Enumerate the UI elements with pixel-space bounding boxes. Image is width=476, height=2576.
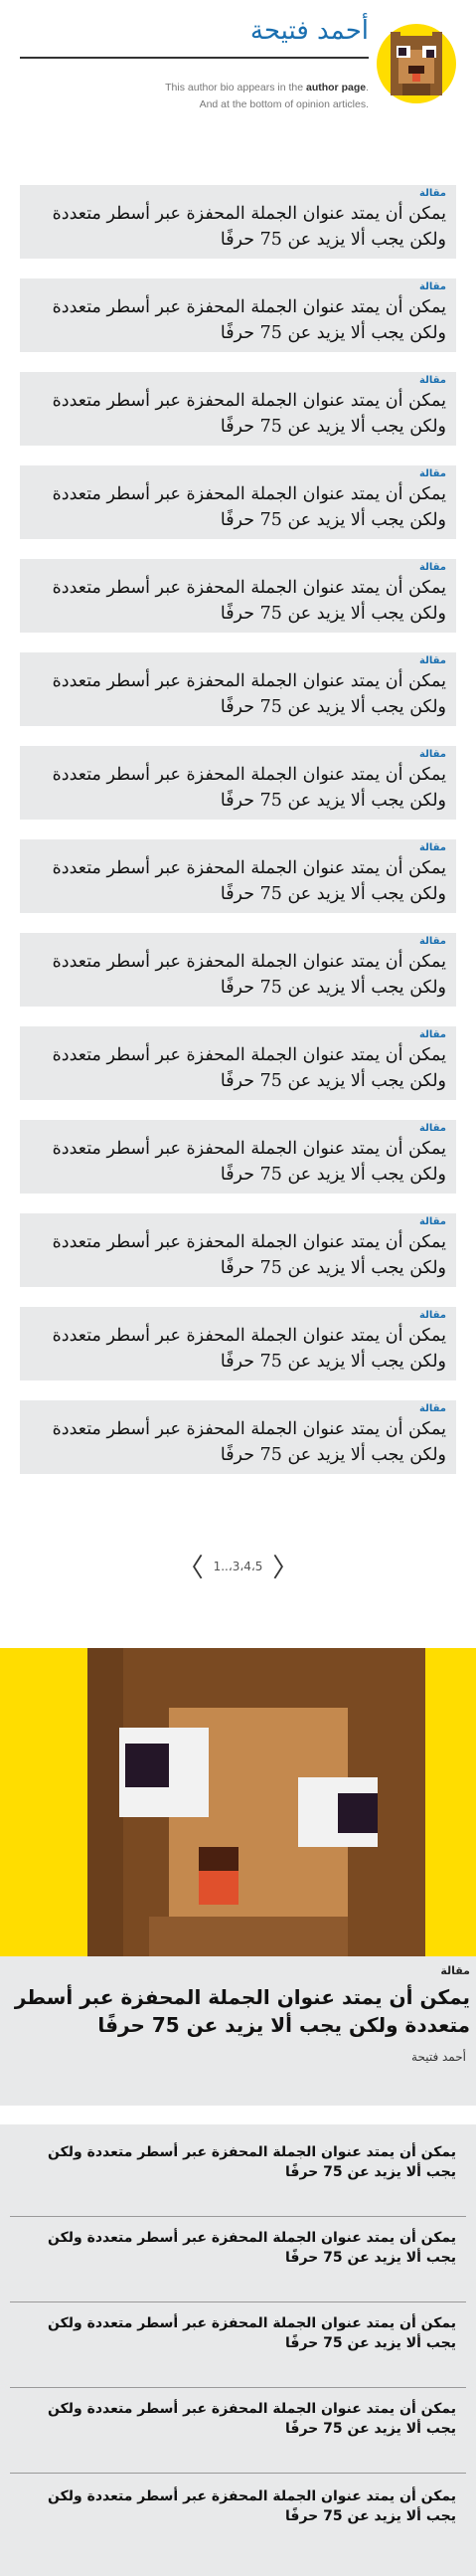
article-kicker: مقالة [419, 281, 446, 292]
featured-title[interactable]: يمكن أن يمتد عنوان الجملة المحفزة عبر أس… [6, 1983, 470, 2039]
featured-image[interactable] [0, 1648, 476, 1956]
article-card[interactable]: مقالة يمكن أن يمتد عنوان الجملة المحفزة ع… [20, 1120, 456, 1194]
author-name: أحمد فتيحة [249, 16, 369, 46]
related-title[interactable]: يمكن أن يمتد عنوان الجملة المحفزة عبر أس… [10, 2486, 466, 2526]
article-card[interactable]: مقالة يمكن أن يمتد عنوان الجملة المحفزة ع… [20, 746, 456, 820]
article-card[interactable]: مقالة يمكن أن يمتد عنوان الجملة المحفزة ع… [20, 559, 456, 633]
article-kicker: مقالة [419, 1123, 446, 1134]
pagination-pages[interactable]: 1..،3،4،5 [214, 1560, 263, 1573]
article-kicker: مقالة [419, 1029, 446, 1040]
author-bio: This author bio appears in the author pa… [51, 80, 369, 113]
article-kicker: مقالة [419, 1403, 446, 1414]
article-card[interactable]: مقالة يمكن أن يمتد عنوان الجملة المحفزة ع… [20, 372, 456, 446]
article-title[interactable]: يمكن أن يمتد عنوان الجملة المحفزة عبر أس… [30, 575, 446, 627]
featured-kicker: مقالة [440, 1964, 470, 1977]
related-item[interactable]: يمكن أن يمتد عنوان الجملة المحفزة عبر أس… [10, 2399, 466, 2474]
article-card[interactable]: مقالة يمكن أن يمتد عنوان الجملة المحفزة ع… [20, 1307, 456, 1380]
article-card[interactable]: مقالة يمكن أن يمتد عنوان الجملة المحفزة ع… [20, 465, 456, 539]
article-kicker: مقالة [419, 375, 446, 386]
related-divider [10, 2473, 466, 2474]
article-card[interactable]: مقالة يمكن أن يمتد عنوان الجملة المحفزة ع… [20, 1213, 456, 1287]
related-title[interactable]: يمكن أن يمتد عنوان الجملة المحفزة عبر أس… [10, 2142, 466, 2182]
article-card[interactable]: مقالة يمكن أن يمتد عنوان الجملة المحفزة ع… [20, 1400, 456, 1474]
article-kicker: مقالة [419, 1310, 446, 1321]
author-page-emphasis: author page [305, 82, 367, 93]
article-card[interactable]: مقالة يمكن أن يمتد عنوان الجملة المحفزة ع… [20, 185, 456, 259]
related-articles: يمكن أن يمتد عنوان الجملة المحفزة عبر أس… [0, 2124, 476, 2576]
author-bio-line-2: And at the bottom of opinion articles. [199, 98, 369, 110]
article-title[interactable]: يمكن أن يمتد عنوان الجملة المحفزة عبر أس… [30, 949, 446, 1001]
author-bio-line-1: This author bio appears in the author pa… [165, 82, 369, 93]
article-title[interactable]: يمكن أن يمتد عنوان الجملة المحفزة عبر أس… [30, 294, 446, 346]
chevron-left-icon[interactable]: 〈 [178, 1548, 204, 1584]
author-name-divider [20, 57, 369, 59]
article-card[interactable]: مقالة يمكن أن يمتد عنوان الجملة المحفزة ع… [20, 933, 456, 1007]
article-title[interactable]: يمكن أن يمتد عنوان الجملة المحفزة عبر أس… [30, 1042, 446, 1094]
related-divider [10, 2301, 466, 2302]
article-title[interactable]: يمكن أن يمتد عنوان الجملة المحفزة عبر أس… [30, 668, 446, 720]
article-title[interactable]: يمكن أن يمتد عنوان الجملة المحفزة عبر أس… [30, 1323, 446, 1375]
article-card[interactable]: مقالة يمكن أن يمتد عنوان الجملة المحفزة ع… [20, 652, 456, 726]
article-title[interactable]: يمكن أن يمتد عنوان الجملة المحفزة عبر أس… [30, 1229, 446, 1281]
article-title[interactable]: يمكن أن يمتد عنوان الجملة المحفزة عبر أس… [30, 201, 446, 253]
article-title[interactable]: يمكن أن يمتد عنوان الجملة المحفزة عبر أس… [30, 388, 446, 440]
article-kicker: مقالة [419, 655, 446, 666]
article-card[interactable]: مقالة يمكن أن يمتد عنوان الجملة المحفزة ع… [20, 1026, 456, 1100]
article-kicker: مقالة [419, 1216, 446, 1227]
related-item[interactable]: يمكن أن يمتد عنوان الجملة المحفزة عبر أس… [10, 2486, 466, 2526]
article-kicker: مقالة [419, 936, 446, 947]
related-item[interactable]: يمكن أن يمتد عنوان الجملة المحفزة عبر أس… [10, 2228, 466, 2302]
article-kicker: مقالة [419, 749, 446, 760]
article-card[interactable]: مقالة يمكن أن يمتد عنوان الجملة المحفزة ع… [20, 839, 456, 913]
article-kicker: مقالة [419, 842, 446, 853]
related-item[interactable]: يمكن أن يمتد عنوان الجملة المحفزة عبر أس… [10, 2142, 466, 2217]
article-title[interactable]: يمكن أن يمتد عنوان الجملة المحفزة عبر أس… [30, 481, 446, 533]
article-title[interactable]: يمكن أن يمتد عنوان الجملة المحفزة عبر أس… [30, 855, 446, 907]
article-card[interactable]: مقالة يمكن أن يمتد عنوان الجملة المحفزة ع… [20, 278, 456, 352]
pagination: 〈 1..،3،4،5 〉 [0, 1548, 476, 1584]
article-kicker: مقالة [419, 562, 446, 573]
related-divider [10, 2387, 466, 2388]
related-title[interactable]: يمكن أن يمتد عنوان الجملة المحفزة عبر أس… [10, 2313, 466, 2353]
article-kicker: مقالة [419, 468, 446, 479]
article-list: مقالة يمكن أن يمتد عنوان الجملة المحفزة ع… [20, 185, 456, 1494]
related-divider [10, 2216, 466, 2217]
article-title[interactable]: يمكن أن يمتد عنوان الجملة المحفزة عبر أس… [30, 762, 446, 814]
author-avatar[interactable] [377, 12, 456, 115]
featured-author[interactable]: أحمد فتيحة [411, 2050, 466, 2064]
article-title[interactable]: يمكن أن يمتد عنوان الجملة المحفزة عبر أس… [30, 1136, 446, 1188]
article-title[interactable]: يمكن أن يمتد عنوان الجملة المحفزة عبر أس… [30, 1416, 446, 1468]
chevron-right-icon[interactable]: 〉 [272, 1548, 298, 1584]
article-kicker: مقالة [419, 188, 446, 199]
related-title[interactable]: يمكن أن يمتد عنوان الجملة المحفزة عبر أس… [10, 2399, 466, 2439]
author-header: أحمد فتيحة This author bio appears in th… [20, 0, 456, 139]
related-title[interactable]: يمكن أن يمتد عنوان الجملة المحفزة عبر أس… [10, 2228, 466, 2268]
related-item[interactable]: يمكن أن يمتد عنوان الجملة المحفزة عبر أس… [10, 2313, 466, 2388]
featured-article[interactable]: مقالة يمكن أن يمتد عنوان الجملة المحفزة … [0, 1648, 476, 2106]
